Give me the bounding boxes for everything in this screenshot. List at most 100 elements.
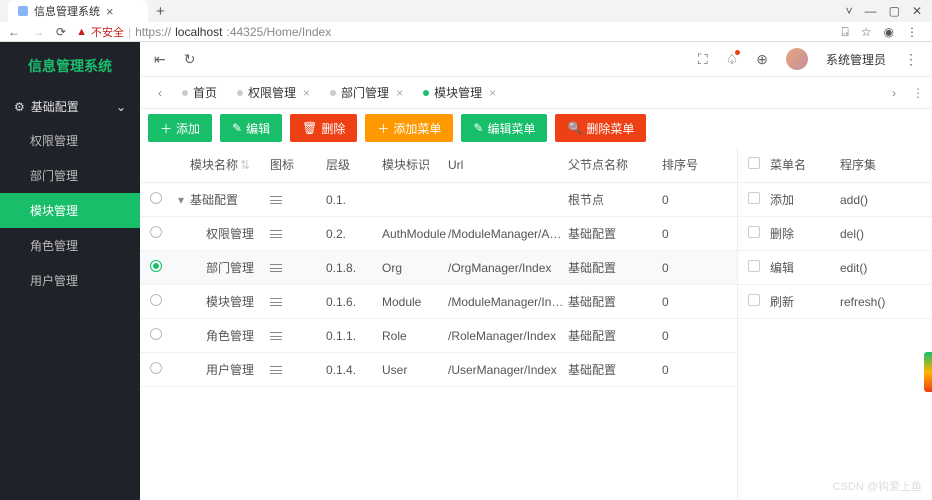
sidebar-item[interactable]: 模块管理 <box>0 193 140 228</box>
forward-icon[interactable]: → <box>32 25 44 39</box>
sidebar-group[interactable]: ⚙ 基础配置 ⌄ <box>0 90 140 123</box>
tab-dot-icon <box>237 90 243 96</box>
minimize-icon[interactable]: — <box>865 4 877 18</box>
col-menu-proc: 程序集 <box>840 156 932 173</box>
close-icon[interactable]: × <box>303 86 310 100</box>
delete-menu-button[interactable]: 🔍 删除菜单 <box>555 114 646 142</box>
tab-dot-icon <box>330 90 336 96</box>
table-row[interactable]: 模块管理0.1.6.Module/ModuleManager/Index基础配置… <box>140 285 737 319</box>
close-icon[interactable]: × <box>489 86 496 100</box>
tab-dot-icon <box>423 90 429 96</box>
menu-icon <box>270 264 282 272</box>
fullscreen-icon[interactable]: ⛶ <box>698 51 708 68</box>
edit-button[interactable]: ✎ 编辑 <box>220 114 282 142</box>
chevron-down-icon[interactable]: ˅ <box>846 4 853 18</box>
col-menu-name: 菜单名 <box>770 156 840 173</box>
page-tabs: ‹ 首页权限管理×部门管理×模块管理× › ⋮ <box>140 77 932 109</box>
col-url: Url <box>448 158 568 172</box>
sidebar: 信息管理系统 ⚙ 基础配置 ⌄ 权限管理部门管理模块管理角色管理用户管理 <box>0 42 140 500</box>
close-window-icon[interactable]: ✕ <box>912 4 922 18</box>
address-bar: ← → ⟳ ▲ 不安全 | https://localhost:44325/Ho… <box>0 22 932 42</box>
col-ident: 模块标识 <box>382 156 448 173</box>
table-row[interactable]: ▾基础配置0.1.根节点0 <box>140 183 737 217</box>
radio[interactable] <box>150 260 162 272</box>
page-tab[interactable]: 部门管理× <box>320 77 413 109</box>
edit-menu-button[interactable]: ✎ 编辑菜单 <box>461 114 547 142</box>
menu-row[interactable]: 删除del() <box>738 217 932 251</box>
page-tab[interactable]: 权限管理× <box>227 77 320 109</box>
menu-table-header: 菜单名 程序集 <box>738 147 932 183</box>
share-icon[interactable]: ⍈ <box>842 25 849 40</box>
menu-table: 菜单名 程序集 添加add()删除del()编辑edit()刷新refresh(… <box>737 147 932 500</box>
back-icon[interactable]: ← <box>8 25 20 39</box>
menu-toggle-icon[interactable]: ⇤ <box>154 51 166 68</box>
avatar[interactable] <box>786 48 808 70</box>
checkbox[interactable] <box>748 260 760 272</box>
close-icon[interactable]: × <box>106 4 114 19</box>
col-level: 层级 <box>326 156 382 173</box>
tab-dot-icon <box>182 90 188 96</box>
kebab-icon[interactable]: ⋮ <box>906 25 918 40</box>
radio[interactable] <box>150 328 162 340</box>
content: 模块名称⇅ 图标 层级 模块标识 Url 父节点名称 排序号 ▾基础配置0.1.… <box>140 147 932 500</box>
add-menu-button[interactable]: ＋添加菜单 <box>365 114 453 142</box>
url-input[interactable]: ▲ 不安全 | https://localhost:44325/Home/Ind… <box>76 24 831 40</box>
page-tab[interactable]: 模块管理× <box>413 77 506 109</box>
menu-icon <box>270 196 282 204</box>
browser-tab-bar: 信息管理系统 × + ˅ — ▢ ✕ <box>0 0 932 22</box>
refresh-icon[interactable]: ↻ <box>184 51 196 68</box>
table-row[interactable]: 权限管理0.2.AuthModule/ModuleManager/Auth/I.… <box>140 217 737 251</box>
add-button[interactable]: ＋添加 <box>148 114 212 142</box>
col-sort: 排序号 <box>662 156 722 173</box>
delete-button[interactable]: 🗑 删除 <box>290 114 357 142</box>
chevron-down-icon: ⌄ <box>116 100 126 114</box>
table-row[interactable]: 用户管理0.1.4.User/UserManager/Index基础配置0 <box>140 353 737 387</box>
table-row[interactable]: 角色管理0.1.1.Role/RoleManager/Index基础配置0 <box>140 319 737 353</box>
checkbox[interactable] <box>748 226 760 238</box>
page-tab[interactable]: 首页 <box>172 77 227 109</box>
checkbox[interactable] <box>748 192 760 204</box>
bell-icon[interactable]: ♤ <box>726 51 739 68</box>
watermark: CSDN @钩爱上鱼 <box>833 478 922 494</box>
sidebar-item[interactable]: 部门管理 <box>0 158 140 193</box>
new-tab-button[interactable]: + <box>148 3 173 20</box>
radio[interactable] <box>150 226 162 238</box>
reload-icon[interactable]: ⟳ <box>56 25 66 39</box>
maximize-icon[interactable]: ▢ <box>889 4 900 18</box>
radio[interactable] <box>150 362 162 374</box>
menu-row[interactable]: 编辑edit() <box>738 251 932 285</box>
url-path: :44325/Home/Index <box>226 25 331 39</box>
checkbox[interactable] <box>748 294 760 306</box>
language-icon[interactable]: ⊕ <box>756 51 768 68</box>
menu-row[interactable]: 刷新refresh() <box>738 285 932 319</box>
sidebar-item[interactable]: 权限管理 <box>0 123 140 158</box>
close-icon[interactable]: × <box>396 86 403 100</box>
username: 系统管理员 <box>826 51 886 68</box>
radio[interactable] <box>150 294 162 306</box>
browser-tab[interactable]: 信息管理系统 × <box>8 0 148 22</box>
tabs-next-icon[interactable]: › <box>882 86 906 100</box>
tab-title: 信息管理系统 <box>34 3 100 19</box>
sidebar-group-label: 基础配置 <box>31 98 79 115</box>
browser-chrome: 信息管理系统 × + ˅ — ▢ ✕ ← → ⟳ ▲ 不安全 | https:/… <box>0 0 932 42</box>
expand-icon[interactable]: ▾ <box>172 193 190 207</box>
col-icon: 图标 <box>270 156 326 173</box>
star-icon[interactable]: ☆ <box>861 25 872 40</box>
col-name[interactable]: 模块名称 <box>190 158 238 172</box>
sidebar-item[interactable]: 角色管理 <box>0 228 140 263</box>
tabs-prev-icon[interactable]: ‹ <box>148 86 172 100</box>
main-content: ⇤ ↻ ⛶ ♤ ⊕ 系统管理员 ⋮ ‹ 首页权限管理×部门管理×模块管理× › … <box>140 42 932 500</box>
tabs-more-icon[interactable]: ⋮ <box>912 86 924 100</box>
side-handle[interactable] <box>924 352 932 392</box>
topbar: ⇤ ↻ ⛶ ♤ ⊕ 系统管理员 ⋮ <box>140 42 932 77</box>
table-row[interactable]: 部门管理0.1.8.Org/OrgManager/Index基础配置0 <box>140 251 737 285</box>
menu-row[interactable]: 添加add() <box>738 183 932 217</box>
more-icon[interactable]: ⋮ <box>904 51 918 68</box>
sort-icon[interactable]: ⇅ <box>240 158 250 172</box>
profile-icon[interactable]: ◉ <box>884 25 894 40</box>
radio[interactable] <box>150 192 162 204</box>
insecure-label: 不安全 <box>91 24 124 40</box>
app-root: 信息管理系统 ⚙ 基础配置 ⌄ 权限管理部门管理模块管理角色管理用户管理 ⇤ ↻… <box>0 42 932 500</box>
checkbox-all[interactable] <box>748 157 760 169</box>
sidebar-item[interactable]: 用户管理 <box>0 263 140 298</box>
